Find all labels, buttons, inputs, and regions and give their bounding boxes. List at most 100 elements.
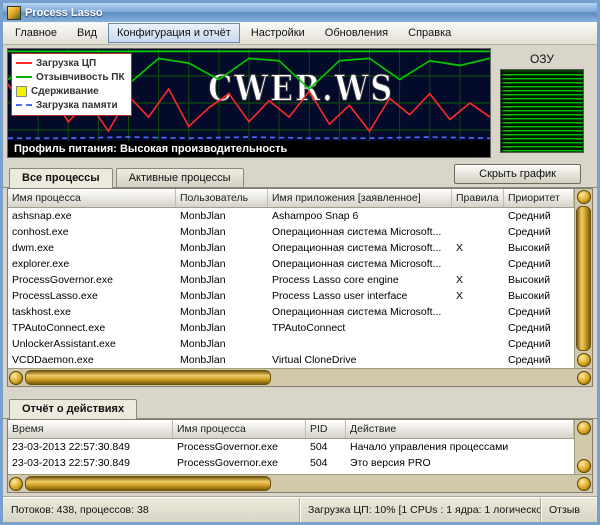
ram-panel: ОЗУ — [491, 48, 593, 158]
cell-process-name: conhost.exe — [8, 226, 176, 238]
col-log-process-name[interactable]: Имя процесса — [173, 420, 306, 438]
cell-user: MonbJlan — [176, 226, 268, 238]
tab-active-processes[interactable]: Активные процессы — [116, 168, 244, 187]
cell-user: MonbJlan — [176, 338, 268, 350]
cell-app-name: Process Lasso core engine — [268, 274, 452, 286]
scroll-down-knob[interactable] — [577, 353, 591, 367]
log-tabs-row: Отчёт о действиях — [3, 390, 597, 419]
scroll-up-knob[interactable] — [577, 421, 591, 435]
cell-process-name: ProcessGovernor.exe — [8, 274, 176, 286]
cell-priority: Средний — [504, 354, 574, 366]
ram-usage-meter — [500, 69, 584, 153]
col-process-name[interactable]: Имя процесса — [8, 189, 176, 207]
process-horizontal-scrollbar[interactable] — [8, 368, 592, 386]
process-vertical-scrollbar[interactable] — [574, 189, 592, 368]
cell-rules: X — [452, 290, 504, 302]
legend-item-restraint: Сдерживание — [16, 84, 125, 98]
cell-priority: Средний — [504, 210, 574, 222]
cell-process-name: ProcessGovernor.exe — [173, 457, 306, 469]
cell-app-name: Операционная система Microsoft... — [268, 226, 452, 238]
menu-item-main[interactable]: Главное — [6, 23, 66, 43]
table-row[interactable]: ProcessGovernor.exe MonbJlan Process Las… — [8, 272, 574, 288]
col-app-name[interactable]: Имя приложения [заявленное] — [268, 189, 452, 207]
cell-priority: Средний — [504, 322, 574, 334]
scroll-left-knob[interactable] — [9, 371, 23, 385]
hide-graph-button[interactable]: Скрыть график — [454, 164, 581, 184]
log-row[interactable]: 23-03-2013 22:57:30.849 ProcessGovernor.… — [8, 439, 574, 455]
cell-time: 23-03-2013 22:57:30.849 — [8, 441, 173, 453]
log-rows: 23-03-2013 22:57:30.849 ProcessGovernor.… — [8, 439, 574, 471]
cell-app-name: Ashampoo Snap 6 — [268, 210, 452, 222]
col-rules[interactable]: Правила — [452, 189, 504, 207]
menubar: Главное Вид Конфигурация и отчёт Настрой… — [3, 22, 597, 45]
cell-priority: Средний — [504, 338, 574, 350]
menu-item-view[interactable]: Вид — [68, 23, 106, 43]
scroll-down-knob[interactable] — [577, 459, 591, 473]
cell-user: MonbJlan — [176, 306, 268, 318]
menu-item-help[interactable]: Справка — [399, 23, 460, 43]
cell-app-name: Операционная система Microsoft... — [268, 242, 452, 254]
cell-pid: 504 — [306, 457, 346, 469]
cell-process-name: explorer.exe — [8, 258, 176, 270]
process-lasso-window: Process Lasso Главное Вид Конфигурация и… — [0, 0, 600, 525]
col-priority[interactable]: Приоритет — [504, 189, 574, 207]
table-row[interactable]: taskhost.exe MonbJlan Операционная систе… — [8, 304, 574, 320]
cell-pid: 504 — [306, 441, 346, 453]
menu-item-updates[interactable]: Обновления — [316, 23, 397, 43]
cell-process-name: VCDDaemon.exe — [8, 354, 176, 366]
cell-process-name: TPAutoConnect.exe — [8, 322, 176, 334]
scroll-right-knob[interactable] — [577, 371, 591, 385]
legend-item-memory: Загрузка памяти — [16, 98, 125, 112]
cell-user: MonbJlan — [176, 210, 268, 222]
col-action[interactable]: Действие — [346, 420, 574, 438]
log-table-header: Время Имя процесса PID Действие — [8, 420, 574, 439]
log-horizontal-scrollbar[interactable] — [8, 474, 592, 492]
cell-rules: X — [452, 242, 504, 254]
cell-user: MonbJlan — [176, 322, 268, 334]
cell-action: Это версия PRO — [346, 457, 574, 469]
cell-app-name: Process Lasso user interface — [268, 290, 452, 302]
log-row[interactable]: 23-03-2013 22:57:30.849 ProcessGovernor.… — [8, 455, 574, 471]
table-row[interactable]: dwm.exe MonbJlan Операционная система Mi… — [8, 240, 574, 256]
table-row[interactable]: UnlockerAssistant.exe MonbJlan Средний — [8, 336, 574, 352]
cell-priority: Высокий — [504, 274, 574, 286]
log-vertical-scrollbar[interactable] — [574, 420, 592, 474]
col-user[interactable]: Пользователь — [176, 189, 268, 207]
cell-time: 23-03-2013 22:57:30.849 — [8, 457, 173, 469]
table-row[interactable]: ProcessLasso.exe MonbJlan Process Lasso … — [8, 288, 574, 304]
status-bar: Потоков: 438, процессов: 38 Загрузка ЦП:… — [3, 497, 597, 522]
horizontal-scroll-thumb[interactable] — [25, 370, 271, 385]
legend-label: Сдерживание — [31, 86, 99, 97]
table-row[interactable]: TPAutoConnect.exe MonbJlan TPAutoConnect… — [8, 320, 574, 336]
cell-process-name: ProcessGovernor.exe — [173, 441, 306, 453]
cell-rules: X — [452, 274, 504, 286]
col-time[interactable]: Время — [8, 420, 173, 438]
responsiveness-line-marker — [16, 76, 32, 78]
table-row[interactable]: explorer.exe MonbJlan Операционная систе… — [8, 256, 574, 272]
cell-user: MonbJlan — [176, 290, 268, 302]
cell-priority: Высокий — [504, 242, 574, 254]
cell-process-name: ProcessLasso.exe — [8, 290, 176, 302]
scroll-up-knob[interactable] — [577, 190, 591, 204]
vertical-scroll-thumb[interactable] — [576, 206, 591, 351]
titlebar[interactable]: Process Lasso — [3, 3, 597, 22]
cell-user: MonbJlan — [176, 354, 268, 366]
process-table-header: Имя процесса Пользователь Имя приложения… — [8, 189, 574, 208]
cell-action: Начало управления процессами — [346, 441, 574, 453]
cell-app-name: TPAutoConnect — [268, 322, 452, 334]
scroll-right-knob[interactable] — [577, 477, 591, 491]
table-row[interactable]: VCDDaemon.exe MonbJlan Virtual CloneDriv… — [8, 352, 574, 368]
scroll-left-knob[interactable] — [9, 477, 23, 491]
power-profile-banner: Профиль питания: Высокая производительно… — [8, 141, 490, 157]
col-pid[interactable]: PID — [306, 420, 346, 438]
tab-all-processes[interactable]: Все процессы — [9, 168, 113, 188]
menu-item-config-report[interactable]: Конфигурация и отчёт — [108, 23, 240, 43]
cell-priority: Средний — [504, 226, 574, 238]
horizontal-scroll-thumb[interactable] — [25, 476, 271, 491]
cell-app-name: Операционная система Microsoft... — [268, 258, 452, 270]
tab-actions-log[interactable]: Отчёт о действиях — [9, 399, 137, 419]
menu-item-settings[interactable]: Настройки — [242, 23, 314, 43]
table-row[interactable]: conhost.exe MonbJlan Операционная систем… — [8, 224, 574, 240]
table-row[interactable]: ashsnap.exe MonbJlan Ashampoo Snap 6 Сре… — [8, 208, 574, 224]
cell-app-name: Virtual CloneDrive — [268, 354, 452, 366]
